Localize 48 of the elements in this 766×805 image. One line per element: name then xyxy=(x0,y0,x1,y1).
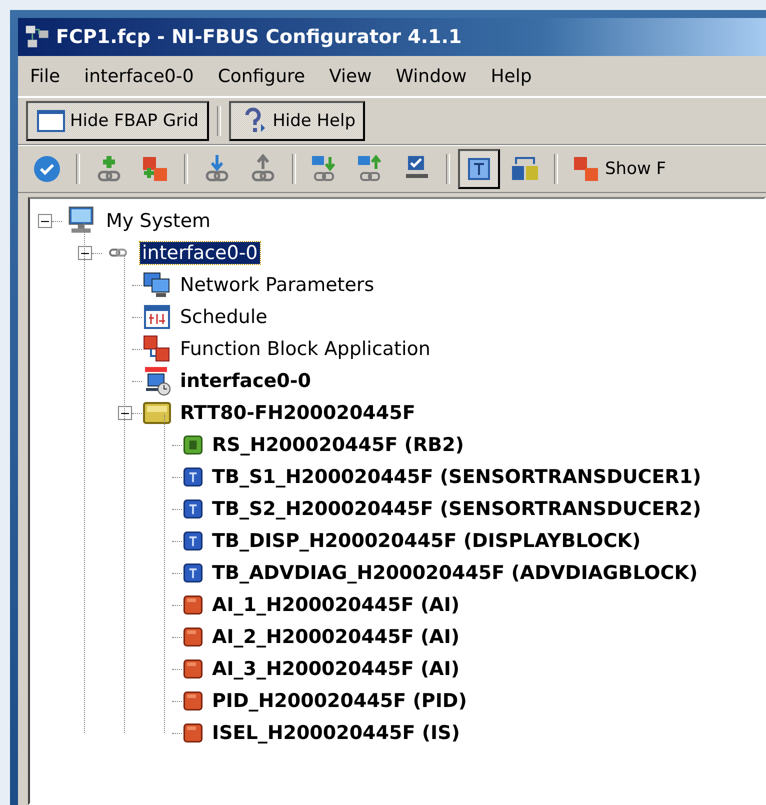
schedule-icon xyxy=(142,302,172,332)
block-icon xyxy=(182,466,204,488)
blocks-plus-icon xyxy=(140,154,170,184)
menu-item[interactable]: File xyxy=(22,66,76,86)
toolbar-button[interactable]: Hide FBAP Grid xyxy=(26,101,209,141)
block-icon xyxy=(182,626,204,648)
tree-item[interactable]: AI_1_H200020445F (AI) xyxy=(210,594,462,616)
tree-item[interactable]: TB_S2_H200020445F (SENSORTRANSDUCER2) xyxy=(210,498,704,520)
menu-item[interactable]: interface0-0 xyxy=(76,66,210,86)
tree-item[interactable]: Network Parameters xyxy=(178,274,376,296)
tree-item[interactable]: AI_3_H200020445F (AI) xyxy=(210,658,462,680)
block-icon xyxy=(182,594,204,616)
block-icon xyxy=(182,658,204,680)
block-icon xyxy=(182,722,204,744)
menu-item[interactable]: View xyxy=(321,66,388,86)
check-icon xyxy=(32,154,62,184)
tree-item[interactable]: ISEL_H200020445F (IS) xyxy=(210,722,462,744)
window-title: FCP1.fcp - NI-FBUS Configurator 4.1.1 xyxy=(56,26,462,48)
menu-item[interactable]: Configure xyxy=(210,66,322,86)
tree-item[interactable]: TB_ADVDIAG_H200020445F (ADVDIAGBLOCK) xyxy=(210,562,700,584)
collapse-toggle[interactable] xyxy=(118,406,132,420)
tree-item[interactable]: My System xyxy=(104,210,213,232)
tree-item[interactable]: TB_DISP_H200020445F (DISPLAYBLOCK) xyxy=(210,530,643,552)
tree-item[interactable]: RTT80-FH200020445F xyxy=(178,402,418,424)
tree-item[interactable]: TB_S1_H200020445F (SENSORTRANSDUCER1) xyxy=(210,466,704,488)
tree-item[interactable]: interface0-0 xyxy=(140,242,260,264)
tree-item[interactable]: AI_2_H200020445F (AI) xyxy=(210,626,462,648)
collapse-toggle[interactable] xyxy=(78,246,92,260)
collapse-toggle[interactable] xyxy=(38,214,52,228)
toolbar-button[interactable]: Show F xyxy=(566,149,672,189)
block-icon xyxy=(182,498,204,520)
menu-item[interactable]: Window xyxy=(388,66,483,86)
tree-item[interactable]: Schedule xyxy=(178,306,270,328)
block-icon xyxy=(182,530,204,552)
menu-item[interactable]: Help xyxy=(482,66,548,86)
block-icon xyxy=(182,562,204,584)
block-icon xyxy=(182,690,204,712)
block-icon xyxy=(182,434,204,456)
toolbar-button[interactable]: Hide Help xyxy=(228,101,366,141)
tree-item[interactable]: PID_H200020445F (PID) xyxy=(210,690,469,712)
network-icon xyxy=(142,270,172,300)
tree-item[interactable]: RS_H200020445F (RB2) xyxy=(210,434,466,456)
blocks-icon xyxy=(571,154,601,184)
tree-item[interactable]: interface0-0 xyxy=(178,370,313,392)
tree-item[interactable]: Function Block Application xyxy=(178,338,432,360)
blocks-icon xyxy=(142,334,172,364)
toolbar-button[interactable] xyxy=(458,149,500,189)
networked-computer-icon xyxy=(142,366,172,396)
